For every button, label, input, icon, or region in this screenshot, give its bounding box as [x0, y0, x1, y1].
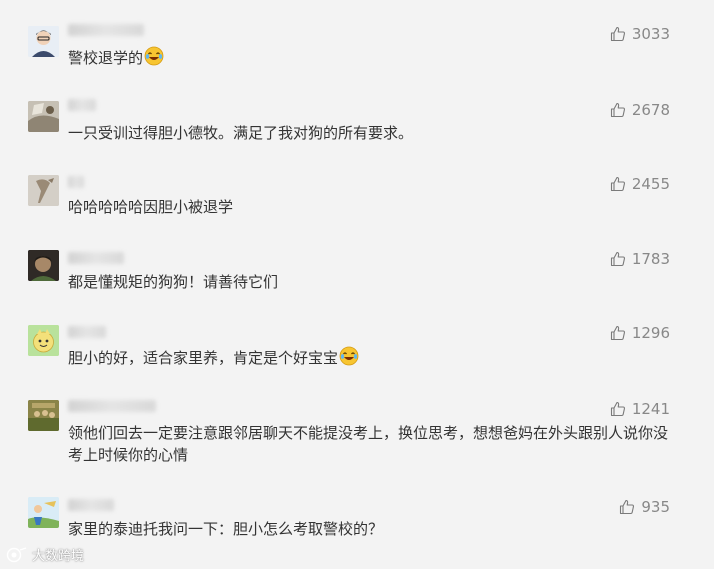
- avatar[interactable]: [28, 497, 59, 528]
- username-blurred: [68, 99, 96, 111]
- username-blurred: [68, 24, 144, 36]
- thumbs-up-icon: [620, 499, 635, 515]
- like-button[interactable]: 1241: [610, 399, 670, 419]
- thumbs-up-icon: [610, 325, 625, 341]
- like-button[interactable]: 935: [619, 497, 670, 517]
- comment-text: 哈哈哈哈哈因胆小被退学: [68, 198, 234, 216]
- thumbs-up-icon: [610, 251, 625, 267]
- username-blurred: [68, 252, 124, 264]
- like-count: 1296: [631, 324, 670, 342]
- thumbs-up-icon: [610, 401, 625, 417]
- username-blurred: [68, 176, 84, 188]
- comment-text: 家里的泰迪托我问一下：胆小怎么考取警校的？: [68, 520, 384, 538]
- like-count: 2678: [631, 101, 670, 119]
- comment-text: 领他们回去一定要注意跟邻居聊天不能提没考上，换位思考，想想爸妈在外头跟别人说你没…: [68, 424, 669, 464]
- like-button[interactable]: 1783: [610, 249, 670, 269]
- laughing-tears-emoji-icon: [339, 346, 359, 366]
- thumbs-up-icon: [610, 176, 625, 192]
- like-button[interactable]: 1296: [610, 323, 670, 343]
- watermark-logo-icon: [6, 546, 27, 562]
- watermark: 大数跨境: [6, 545, 84, 564]
- username-blurred: [68, 499, 114, 511]
- like-count: 1783: [631, 250, 670, 268]
- comment-text: 都是懂规矩的狗狗！请善待它们: [68, 273, 279, 291]
- like-count: 935: [641, 498, 670, 516]
- avatar[interactable]: [28, 175, 59, 206]
- username-blurred: [68, 400, 156, 412]
- like-button[interactable]: 2455: [610, 174, 670, 194]
- comment-text: 警校退学的: [68, 46, 678, 69]
- like-count: 3033: [631, 25, 670, 43]
- avatar[interactable]: [28, 325, 59, 356]
- like-button[interactable]: 3033: [610, 24, 670, 44]
- avatar[interactable]: [28, 400, 59, 431]
- comment-text: 胆小的好，适合家里养，肯定是个好宝宝: [68, 346, 678, 369]
- avatar[interactable]: [28, 250, 59, 281]
- watermark-text: 大数跨境: [32, 549, 85, 564]
- like-count: 2455: [631, 175, 670, 193]
- thumbs-up-icon: [610, 26, 625, 42]
- username-blurred: [68, 326, 106, 338]
- comment-text: 一只受训过得胆小德牧。满足了我对狗的所有要求。: [68, 124, 414, 142]
- like-count: 1241: [631, 400, 670, 418]
- like-button[interactable]: 2678: [610, 100, 670, 120]
- laughing-tears-emoji-icon: [144, 46, 164, 66]
- avatar[interactable]: [28, 101, 59, 132]
- avatar[interactable]: [28, 26, 59, 57]
- thumbs-up-icon: [610, 102, 625, 118]
